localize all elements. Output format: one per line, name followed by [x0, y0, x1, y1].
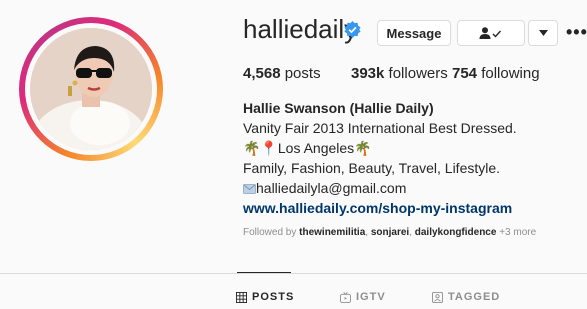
followed-by-user-2[interactable]: sonjarei [371, 227, 409, 238]
grid-icon [236, 291, 247, 303]
bio-line-1: Vanity Fair 2013 International Best Dres… [243, 120, 517, 136]
verified-badge-icon [344, 21, 361, 38]
profile-avatar-ring[interactable] [19, 17, 163, 161]
avatar-gap [25, 23, 157, 155]
tabs-divider [0, 273, 587, 274]
followers-stat[interactable]: 393k followers [351, 65, 448, 82]
profile-username: halliedaily [243, 14, 358, 44]
bio-email-line: halliedailyla@gmail.com [243, 178, 583, 198]
followers-label: followers [388, 65, 448, 82]
suggested-dropdown-button[interactable] [528, 20, 558, 46]
following-count: 754 [452, 65, 478, 82]
bio-line-2: 🌴📍Los Angeles🌴 [243, 138, 583, 158]
email-envelope-icon [243, 184, 256, 194]
followed-by-more[interactable]: +3 more [499, 227, 536, 238]
person-check-icon [479, 27, 502, 39]
more-options-icon[interactable]: ••• [566, 22, 587, 43]
bio-email: halliedailyla@gmail.com [256, 180, 407, 196]
tagged-icon [432, 291, 443, 303]
posts-count: 4,568 [243, 65, 281, 82]
tab-igtv[interactable]: IGTV [340, 291, 386, 303]
palm-emoji: 🌴 [354, 140, 372, 156]
tab-igtv-label: IGTV [356, 291, 386, 303]
followed-by-user-1[interactable]: thewinemilitia [299, 227, 365, 238]
tab-tagged-label: TAGGED [448, 291, 501, 303]
caret-down-icon [538, 30, 548, 36]
full-name: Hallie Swanson (Hallie Daily) [243, 100, 434, 116]
message-button[interactable]: Message [377, 20, 451, 46]
avatar-photo [30, 28, 152, 150]
following-label: following [481, 65, 540, 82]
profile-bio: Hallie Swanson (Hallie Daily) Vanity Fai… [243, 98, 583, 218]
followed-by-user-3[interactable]: dailykongfidence [415, 227, 497, 238]
bio-line-3: Family, Fashion, Beauty, Travel, Lifesty… [243, 160, 501, 176]
followers-count: 393k [351, 65, 385, 82]
posts-stat: 4,568 posts [243, 65, 321, 82]
igtv-icon [340, 291, 351, 303]
profile-avatar[interactable] [30, 28, 152, 150]
tab-posts[interactable]: POSTS [236, 291, 294, 303]
following-button[interactable] [457, 20, 525, 46]
message-button-label: Message [386, 25, 442, 41]
bio-location: Los Angeles [277, 140, 355, 156]
tab-tagged[interactable]: TAGGED [432, 291, 500, 303]
active-tab-indicator [237, 272, 291, 273]
tab-posts-label: POSTS [252, 291, 295, 303]
website-link[interactable]: www.halliedaily.com/shop-my-instagram [243, 198, 583, 218]
following-stat[interactable]: 754 following [452, 65, 540, 82]
followed-by[interactable]: Followed by thewinemilitia, sonjarei, da… [243, 227, 536, 238]
followed-by-prefix: Followed by [243, 227, 297, 238]
posts-label: posts [284, 65, 321, 82]
palm-pin-emoji: 🌴📍 [243, 140, 278, 156]
